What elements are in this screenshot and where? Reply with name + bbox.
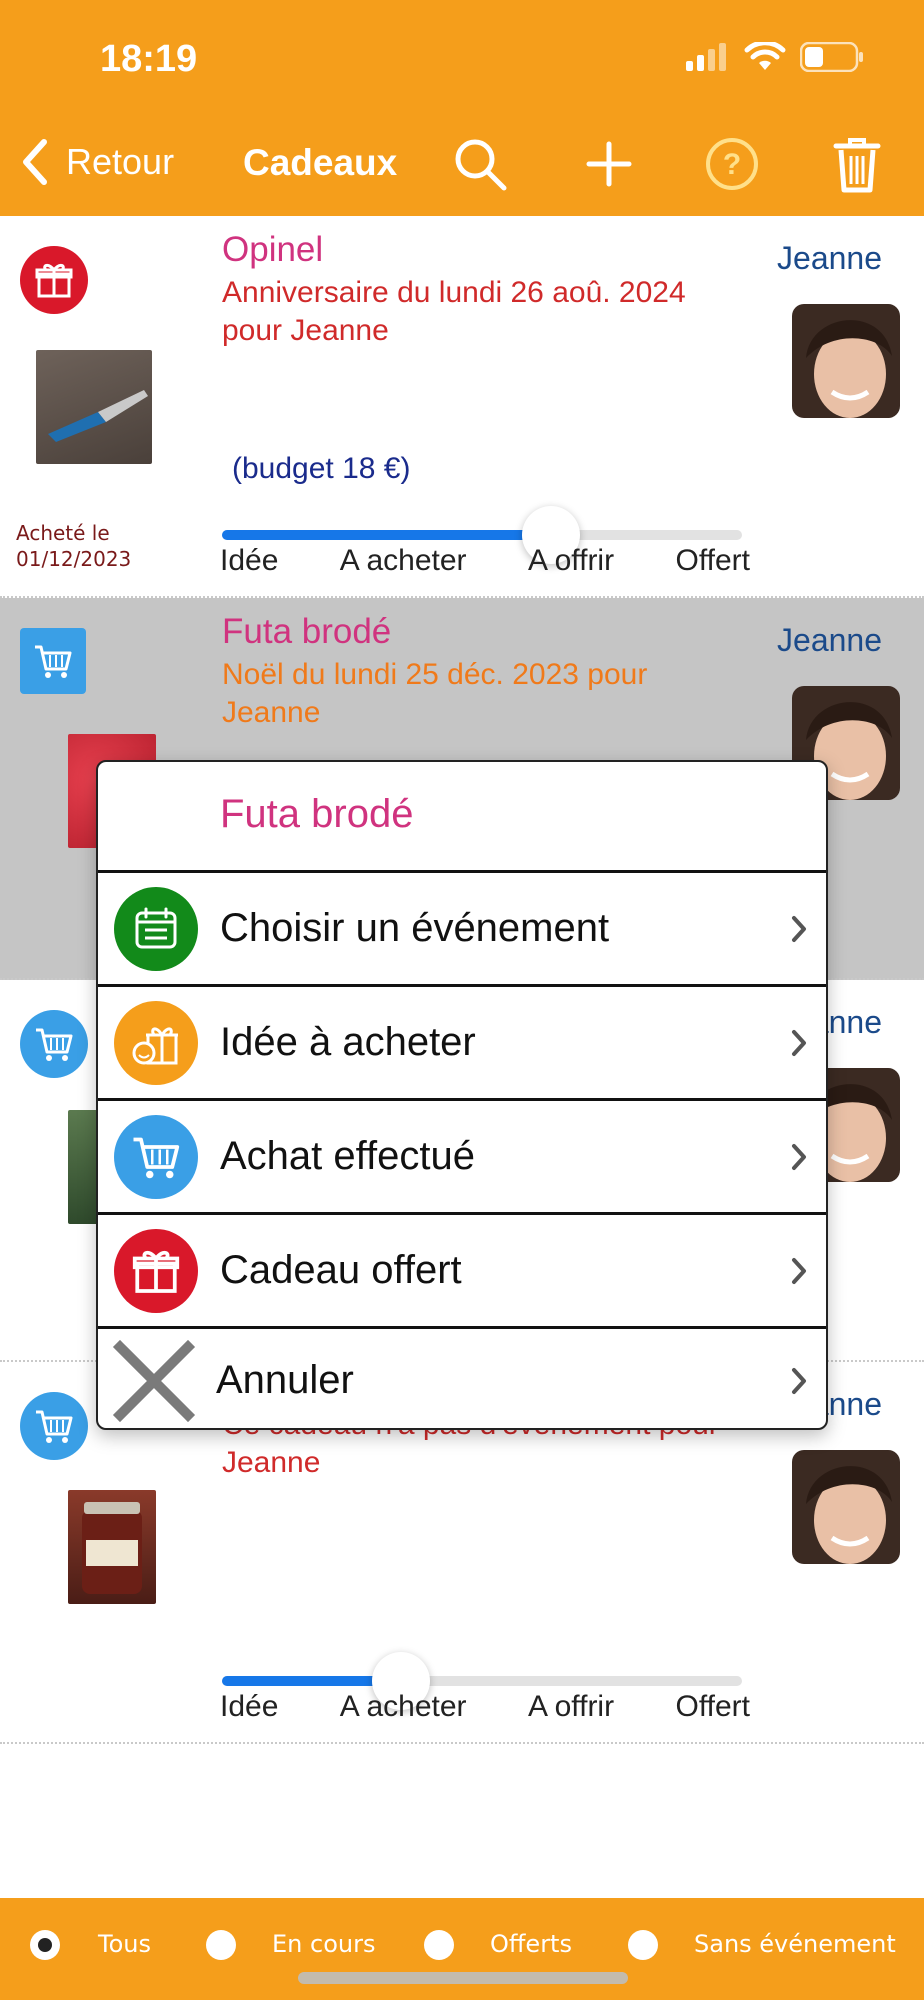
filter-radio-in-progress[interactable] <box>206 1930 236 1960</box>
cart-icon <box>35 645 72 678</box>
gift-icon <box>35 263 73 298</box>
slider-label-to-buy: A acheter <box>339 1690 467 1723</box>
knife-image <box>48 390 148 442</box>
cart-icon <box>36 1410 73 1443</box>
gift-event: Noël du lundi 25 déc. 2023 pour Jeanne <box>222 658 648 729</box>
header: 18:19 Retour Cadeaux ? <box>0 0 924 216</box>
person-name: Jeanne <box>777 622 882 658</box>
menu-item-cancel[interactable]: Annuler <box>98 1326 826 1428</box>
menu-item-idea-to-buy[interactable]: Idée à acheter <box>98 984 826 1098</box>
filter-radio-given[interactable] <box>424 1930 454 1960</box>
close-icon <box>112 1339 196 1422</box>
help-icon[interactable]: ? <box>704 136 760 192</box>
filter-label-in-progress[interactable]: En cours <box>272 1930 375 1958</box>
gifts-screen: 18:19 Retour Cadeaux ? Opinel Anniversai… <box>0 0 924 2000</box>
menu-item-label: Idée à acheter <box>220 1020 476 1064</box>
action-menu: Futa brodé Choisir un événement Idée à a… <box>96 760 828 1430</box>
bought-label: Acheté le <box>16 521 110 545</box>
filter-radio-no-event[interactable] <box>628 1930 658 1960</box>
gift-status-icon <box>20 1392 88 1460</box>
slider-label-to-buy: A acheter <box>339 544 467 577</box>
avatar <box>792 304 900 418</box>
trash-icon[interactable] <box>832 136 882 194</box>
home-indicator[interactable] <box>298 1972 628 1984</box>
menu-item-label: Cadeau offert <box>220 1248 462 1292</box>
filter-label-given[interactable]: Offerts <box>490 1930 572 1958</box>
slider-label-given: Offert <box>675 1690 750 1723</box>
gift-budget: (budget 18 €) <box>232 452 411 485</box>
chevron-right-icon <box>792 1029 806 1056</box>
gift-event: Anniversaire du lundi 26 aoû. 2024 pour … <box>222 276 686 347</box>
status-time: 18:19 <box>100 38 198 80</box>
slider-label-to-give: A offrir <box>527 544 615 577</box>
gift-title: Futa brodé <box>222 612 392 651</box>
filter-label-all[interactable]: Tous <box>98 1930 151 1958</box>
gift-status-icon <box>20 1010 88 1078</box>
menu-item-purchase-done[interactable]: Achat effectué <box>98 1098 826 1212</box>
back-label: Retour <box>66 141 175 182</box>
signal-icon <box>686 43 726 71</box>
idea-gift-icon <box>114 1000 198 1085</box>
gift-status-icon <box>20 246 88 314</box>
slider-label-given: Offert <box>675 544 750 577</box>
filter-bar: Tous En cours Offerts Sans événement <box>0 1898 924 2000</box>
gift-row[interactable]: Opinel Anniversaire du lundi 26 aoû. 202… <box>0 216 924 598</box>
chevron-right-icon <box>792 915 806 942</box>
gift-title: Opinel <box>222 230 324 269</box>
slider-fill <box>222 530 560 540</box>
gift-icon <box>114 1228 198 1313</box>
gift-photo <box>68 1490 156 1604</box>
bought-info: Acheté le 01/12/2023 <box>16 520 131 572</box>
jam-jar-image <box>82 1502 142 1594</box>
wifi-icon <box>744 42 786 70</box>
slider-label-idea: Idée <box>220 1690 279 1723</box>
calendar-icon <box>114 886 198 971</box>
chevron-right-icon <box>792 1257 806 1284</box>
menu-title: Futa brodé <box>220 792 414 836</box>
slider-label-to-give: A offrir <box>527 1690 615 1723</box>
status-icons <box>684 42 864 72</box>
menu-item-label: Achat effectué <box>220 1134 475 1178</box>
search-icon[interactable] <box>452 136 508 192</box>
menu-item-gift-given[interactable]: Cadeau offert <box>98 1212 826 1326</box>
add-icon[interactable] <box>586 136 632 192</box>
battery-icon <box>800 42 863 72</box>
gift-photo <box>36 350 152 464</box>
slider-label-idea: Idée <box>220 544 279 577</box>
gift-status-icon <box>20 628 86 694</box>
menu-item-label: Choisir un événement <box>220 906 610 950</box>
menu-item-choose-event[interactable]: Choisir un événement <box>98 870 826 984</box>
avatar <box>792 1450 900 1564</box>
bought-date: 01/12/2023 <box>16 547 132 571</box>
cart-icon <box>114 1114 198 1199</box>
person-name: Jeanne <box>777 240 882 276</box>
slider-labels: Idée A acheter A offrir Offert <box>220 544 750 578</box>
page-title: Cadeaux <box>243 142 398 183</box>
back-button[interactable]: Retour <box>18 138 174 186</box>
chevron-right-icon <box>792 1367 806 1394</box>
filter-label-no-event[interactable]: Sans événement <box>694 1930 896 1958</box>
cart-icon <box>36 1028 73 1061</box>
slider-labels: Idée A acheter A offrir Offert <box>220 1690 750 1724</box>
status-slider[interactable] <box>222 506 742 564</box>
menu-item-label: Annuler <box>216 1358 354 1402</box>
chevron-right-icon <box>792 1143 806 1170</box>
filter-radio-all[interactable] <box>30 1930 60 1960</box>
chevron-left-icon <box>23 139 47 185</box>
status-slider[interactable] <box>222 1652 742 1710</box>
svg-text:?: ? <box>723 148 741 181</box>
